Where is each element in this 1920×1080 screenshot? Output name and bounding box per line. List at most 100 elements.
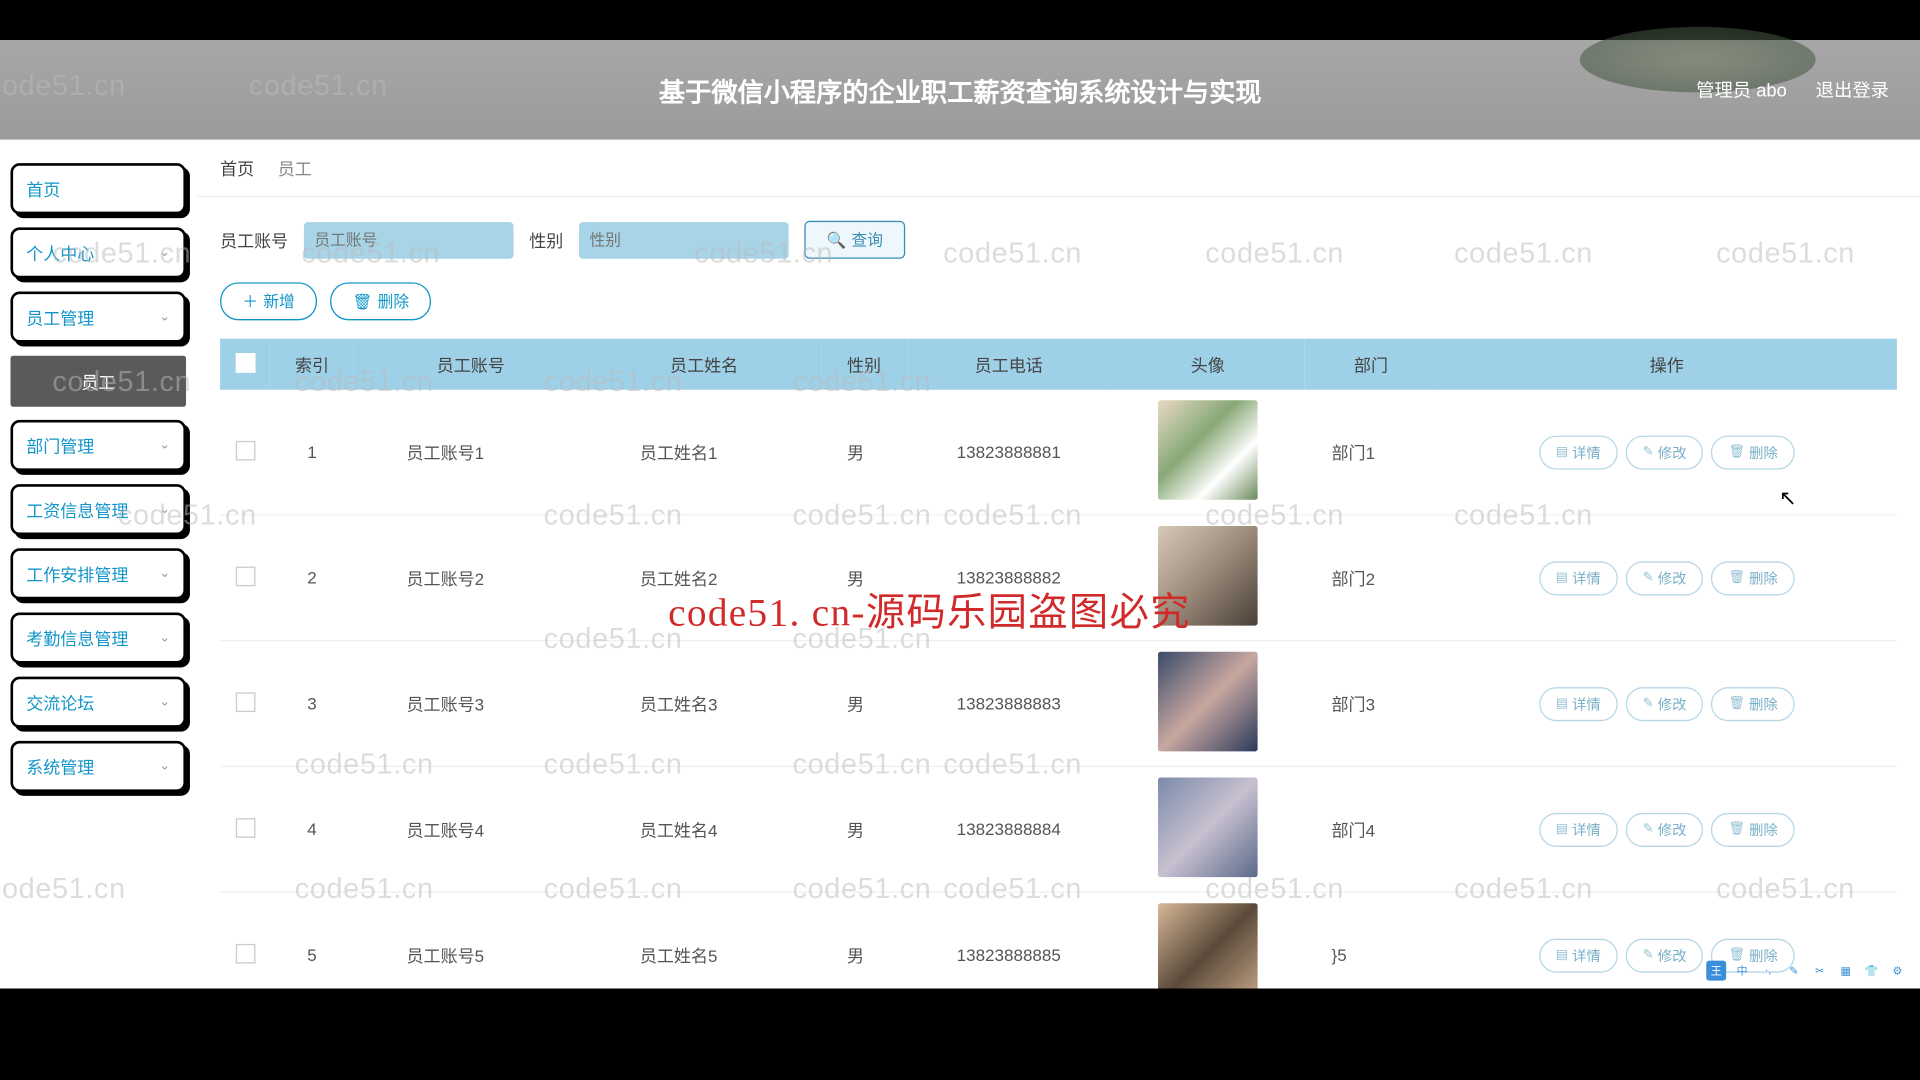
detail-button[interactable]: ▤详情 (1539, 686, 1618, 720)
row-delete-button[interactable]: 🗑删除 (1711, 686, 1794, 720)
cell-actions: ▤详情✎修改🗑删除 (1437, 515, 1897, 641)
sidebar-item-label: 部门管理 (26, 433, 94, 458)
edit-button[interactable]: ✎修改 (1626, 435, 1704, 469)
table-row: 3员工账号3员工姓名3男13823888883部门3▤详情✎修改🗑删除 (220, 641, 1897, 767)
filter-bar: 员工账号 性别 🔍 查询 (220, 221, 1897, 259)
ime-pen-icon[interactable]: ✎ (1784, 961, 1804, 981)
chevron-down-icon: ⌄ (159, 759, 170, 773)
breadcrumb-home[interactable]: 首页 (220, 155, 254, 180)
ime-icon[interactable]: 王 (1706, 961, 1726, 981)
row-checkbox[interactable] (235, 943, 255, 963)
sidebar-item-label: 工作安排管理 (26, 561, 128, 586)
cell-phone: 13823888885 (907, 892, 1110, 988)
ime-gear-icon[interactable]: ⚙ (1887, 961, 1907, 981)
edit-button[interactable]: ✎修改 (1626, 938, 1704, 972)
col-name: 员工姓名 (587, 339, 820, 390)
row-checkbox[interactable] (235, 440, 255, 460)
col-dept: 部门 (1305, 339, 1436, 390)
toolbar: ＋ 新增 🗑 删除 (220, 282, 1897, 320)
doc-icon: ▤ (1556, 822, 1568, 836)
logout-link[interactable]: 退出登录 (1816, 77, 1889, 103)
table-body: 1员工账号1员工姓名1男13823888881部门1▤详情✎修改🗑删除2员工账号… (220, 390, 1897, 989)
sidebar-item-home[interactable]: 首页 ⌄ (10, 163, 186, 214)
row-checkbox[interactable] (235, 566, 255, 586)
sidebar-item-system[interactable]: 系统管理 ⌄ (10, 741, 186, 792)
sidebar-item-attendance[interactable]: 考勤信息管理 ⌄ (10, 612, 186, 663)
edit-icon: ✎ (1643, 571, 1654, 585)
cell-index: 4 (270, 766, 354, 892)
avatar (1158, 903, 1258, 988)
cell-gender: 男 (821, 766, 908, 892)
avatar (1158, 778, 1258, 878)
sidebar-item-label: 系统管理 (26, 754, 94, 779)
doc-icon: ▤ (1556, 696, 1568, 710)
edit-button[interactable]: ✎修改 (1626, 812, 1704, 846)
chevron-down-icon: ⌄ (159, 438, 170, 452)
col-index: 索引 (270, 339, 354, 390)
detail-button[interactable]: ▤详情 (1539, 938, 1618, 972)
add-button[interactable]: ＋ 新增 (220, 282, 317, 320)
cell-actions: ▤详情✎修改🗑删除 (1437, 766, 1897, 892)
cell-gender: 男 (821, 892, 908, 988)
trash-icon: 🗑 (1728, 822, 1745, 836)
cell-index: 1 (270, 390, 354, 515)
ime-shirt-icon[interactable]: 👕 (1862, 961, 1882, 981)
add-button-label: 新增 (263, 290, 294, 312)
search-button[interactable]: 🔍 查询 (804, 221, 905, 259)
col-gender: 性别 (821, 339, 908, 390)
avatar (1158, 652, 1258, 752)
col-account: 员工账号 (354, 339, 587, 390)
cell-account: 员工账号3 (354, 641, 587, 767)
ime-grid-icon[interactable]: ▦ (1836, 961, 1856, 981)
sidebar-subitem-employee[interactable]: 员工 (10, 356, 186, 407)
row-checkbox[interactable] (235, 817, 255, 837)
delete-button[interactable]: 🗑 删除 (330, 282, 431, 320)
sidebar-item-salary[interactable]: 工资信息管理 ⌄ (10, 484, 186, 535)
ime-lang-icon[interactable]: 中 (1732, 961, 1752, 981)
sidebar-item-label: 交流论坛 (26, 690, 94, 715)
sidebar-item-employee[interactable]: 员工管理 ⌄ (10, 292, 186, 343)
avatar (1158, 400, 1258, 500)
breadcrumb: 首页 员工 (196, 140, 1920, 198)
sidebar-item-label: 员工管理 (26, 305, 94, 330)
cell-account: 员工账号1 (354, 390, 587, 515)
cell-actions: ▤详情✎修改🗑删除 (1437, 390, 1897, 515)
cell-dept: }5 (1305, 892, 1436, 988)
account-input[interactable] (304, 221, 514, 258)
detail-button[interactable]: ▤详情 (1539, 435, 1618, 469)
row-delete-button[interactable]: 🗑删除 (1711, 812, 1794, 846)
trash-icon: 🗑 (1728, 696, 1745, 710)
edit-button[interactable]: ✎修改 (1626, 561, 1704, 595)
content-area: 首页 员工 员工账号 性别 🔍 查询 ＋ 新增 (196, 140, 1920, 989)
detail-button[interactable]: ▤详情 (1539, 812, 1618, 846)
table-row: 2员工账号2员工姓名2男13823888882部门2▤详情✎修改🗑删除 (220, 515, 1897, 641)
sidebar-item-department[interactable]: 部门管理 ⌄ (10, 420, 186, 471)
select-all-checkbox[interactable] (235, 352, 255, 372)
sidebar-item-forum[interactable]: 交流论坛 ⌄ (10, 677, 186, 728)
edit-button[interactable]: ✎修改 (1626, 686, 1704, 720)
header-right-menu: 管理员 abo 退出登录 (1696, 77, 1889, 103)
cell-phone: 13823888881 (907, 390, 1110, 515)
cell-avatar (1110, 515, 1305, 641)
sidebar-item-schedule[interactable]: 工作安排管理 ⌄ (10, 548, 186, 599)
breadcrumb-current: 员工 (278, 155, 312, 180)
cell-name: 员工姓名1 (587, 390, 820, 515)
detail-button[interactable]: ▤详情 (1539, 561, 1618, 595)
filter-gender-label: 性别 (529, 227, 563, 252)
row-delete-button[interactable]: 🗑删除 (1711, 561, 1794, 595)
row-delete-button[interactable]: 🗑删除 (1711, 435, 1794, 469)
sidebar-item-profile[interactable]: 个人中心 ⌄ (10, 227, 186, 278)
cell-avatar (1110, 390, 1305, 515)
doc-icon: ▤ (1556, 571, 1568, 585)
row-checkbox[interactable] (235, 692, 255, 712)
cell-account: 员工账号4 (354, 766, 587, 892)
app-viewport: 基于微信小程序的企业职工薪资查询系统设计与实现 管理员 abo 退出登录 首页 … (0, 40, 1920, 988)
gender-input[interactable] (579, 221, 789, 258)
admin-user-label[interactable]: 管理员 abo (1696, 77, 1787, 103)
edit-icon: ✎ (1643, 445, 1654, 459)
ime-scissor-icon[interactable]: ✂ (1810, 961, 1830, 981)
employee-table: 索引 员工账号 员工姓名 性别 员工电话 头像 部门 操作 1员工账号1员工姓名… (220, 339, 1897, 989)
ime-punct-icon[interactable]: ·, (1758, 961, 1778, 981)
filter-account-label: 员工账号 (220, 227, 288, 252)
cell-account: 员工账号2 (354, 515, 587, 641)
